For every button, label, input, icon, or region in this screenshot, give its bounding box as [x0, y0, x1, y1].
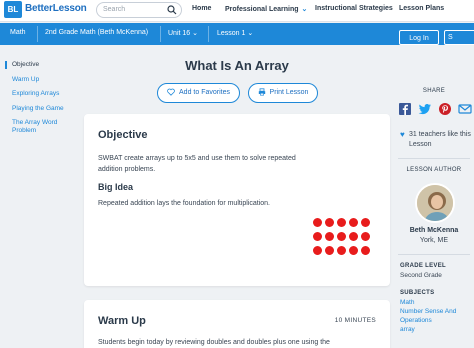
crumb-unit[interactable]: Unit 16 ⌄: [168, 29, 198, 37]
search-placeholder: Search: [103, 6, 126, 13]
sidebar-item-exploring-arrays[interactable]: Exploring Arrays: [12, 90, 72, 98]
nav-instructional-strategies[interactable]: Instructional Strategies: [315, 5, 393, 12]
heart-icon: [167, 88, 175, 96]
array-dot: [337, 218, 346, 227]
objective-text: SWBAT create arrays up to 5x5 and use th…: [98, 155, 296, 173]
crumb-math[interactable]: Math: [10, 29, 26, 36]
array-dot: [313, 246, 322, 255]
grade-level-heading: GRADE LEVEL: [400, 263, 446, 269]
favorites-count-text: 31 teachers like this Lesson: [409, 131, 471, 148]
array-dot: [361, 218, 370, 227]
array-dot: [325, 218, 334, 227]
print-lesson-button[interactable]: Print Lesson: [248, 83, 318, 103]
big-idea-heading: Big Idea: [98, 182, 134, 192]
facebook-icon[interactable]: [398, 102, 412, 116]
subjects-section: SUBJECTS Math Number Sense And Operation…: [400, 289, 470, 334]
warm-up-heading: Warm Up: [98, 315, 146, 327]
author-location: York, ME: [419, 237, 449, 244]
lesson-author-label: LESSON AUTHOR: [406, 167, 462, 173]
warm-up-text: Students begin today by reviewing double…: [98, 339, 330, 346]
author-photo: [417, 185, 453, 221]
favorites-count: ♥ 31 teachers like this Lesson: [400, 130, 472, 150]
array-dot: [325, 246, 334, 255]
array-dot: [361, 232, 370, 241]
add-to-favorites-label: Add to Favorites: [179, 89, 230, 96]
array-dot: [337, 232, 346, 241]
heart-icon: ♥: [400, 130, 405, 139]
pinterest-icon[interactable]: [438, 102, 452, 116]
array-dot: [349, 218, 358, 227]
crumb-course[interactable]: 2nd Grade Math (Beth McKenna): [45, 29, 148, 36]
search-input[interactable]: Search: [96, 2, 182, 18]
big-idea-text: Repeated addition lays the foundation fo…: [98, 200, 270, 207]
divider: [398, 158, 470, 159]
divider: [208, 26, 209, 42]
crumb-lesson[interactable]: Lesson 1 ⌄: [217, 29, 253, 37]
array-dot: [313, 218, 322, 227]
crumb-lesson-label: Lesson 1: [217, 30, 246, 37]
author-name[interactable]: Beth McKenna: [398, 227, 470, 234]
array-dot: [361, 246, 370, 255]
objective-heading: Objective: [98, 129, 148, 141]
subjects-heading: SUBJECTS: [400, 290, 435, 296]
objective-card: Objective SWBAT create arrays up to 5x5 …: [84, 114, 390, 286]
subject-link[interactable]: Math: [400, 298, 470, 307]
avatar[interactable]: [415, 183, 455, 223]
print-lesson-label: Print Lesson: [269, 89, 309, 96]
grade-level-value: Second Grade: [400, 272, 442, 279]
twitter-icon[interactable]: [418, 102, 432, 116]
chevron-down-icon: ⌄: [247, 30, 254, 37]
array-dot: [349, 246, 358, 255]
top-header: BL BetterLesson Search Home Professional…: [0, 0, 474, 22]
subject-link[interactable]: array: [400, 325, 470, 334]
warm-up-duration: 10 MINUTES: [334, 317, 376, 324]
array-dot: [337, 246, 346, 255]
chevron-down-icon: ⌄: [301, 6, 308, 13]
logo-mark[interactable]: BL: [4, 1, 22, 18]
nav-professional-learning[interactable]: Professional Learning ⌄: [225, 5, 307, 13]
share-label: SHARE: [422, 88, 446, 94]
print-icon: [258, 88, 265, 96]
nav-home[interactable]: Home: [192, 5, 211, 12]
sidebar-item-array-word-problem[interactable]: The Array Word Problem: [12, 119, 72, 135]
email-icon[interactable]: [458, 102, 472, 116]
search-icon[interactable]: [167, 5, 177, 15]
grade-level-section: GRADE LEVEL Second Grade: [400, 262, 446, 280]
nav-lesson-plans[interactable]: Lesson Plans: [399, 5, 444, 12]
crumb-unit-label: Unit 16: [168, 30, 191, 37]
array-dots-image: [313, 218, 375, 262]
chevron-down-icon: ⌄: [192, 30, 199, 37]
login-button[interactable]: Log In: [399, 30, 439, 45]
sidebar-item-warm-up[interactable]: Warm Up: [12, 76, 72, 84]
signup-button[interactable]: S: [444, 30, 474, 45]
active-indicator: [5, 61, 7, 69]
array-dot: [349, 232, 358, 241]
array-dot: [313, 232, 322, 241]
divider: [37, 26, 38, 42]
add-to-favorites-button[interactable]: Add to Favorites: [157, 83, 240, 103]
sidebar-item-objective[interactable]: Objective: [12, 61, 72, 69]
page-title: What Is An Array: [185, 58, 289, 73]
divider: [160, 26, 161, 42]
sidebar-item-playing-the-game[interactable]: Playing the Game: [12, 105, 72, 113]
subject-link[interactable]: Number Sense And Operations: [400, 307, 470, 325]
logo-text[interactable]: BetterLesson: [25, 3, 87, 14]
warm-up-card: Warm Up 10 MINUTES Students begin today …: [84, 300, 390, 348]
nav-professional-learning-label: Professional Learning: [225, 6, 299, 13]
divider: [398, 254, 470, 255]
array-dot: [325, 232, 334, 241]
